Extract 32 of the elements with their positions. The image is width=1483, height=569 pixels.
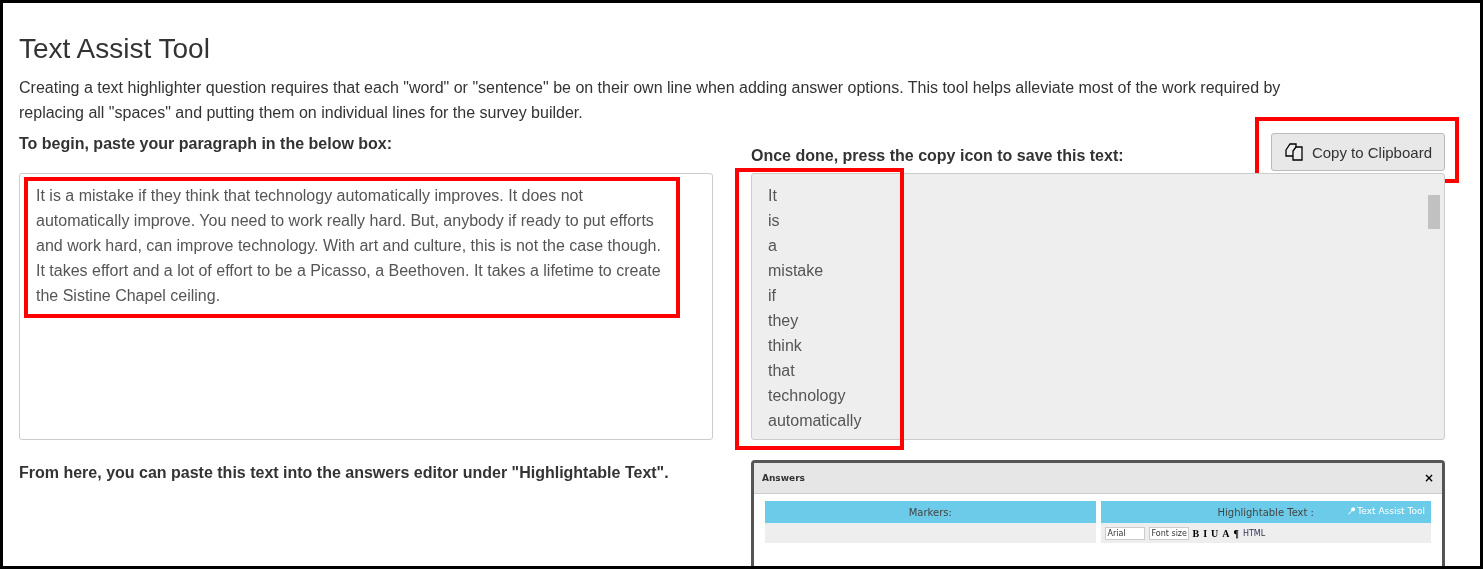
header-label: Highlightable Text :: [1217, 506, 1314, 518]
format-button[interactable]: A: [1222, 527, 1230, 539]
page-title: Text Assist Tool: [19, 33, 211, 65]
output-line: technology: [768, 386, 847, 406]
close-button[interactable]: ×: [1423, 471, 1434, 485]
output-line: It: [768, 186, 778, 206]
header-label: Markers:: [908, 506, 952, 518]
format-button[interactable]: B: [1192, 527, 1200, 539]
copy-icon: [1283, 141, 1306, 163]
input-text: It is a mistake if they think that technology automatically improves. It does not automatically improve. You need to work really hard. But, anybody if ready to put efforts and work hard, can improve technology. With art and culture, this is not the case though. It takes effort and a lot of effort to be a Picasso, a Beethoven. It takes a lifetime to create the Sistine Chapel ceiling.: [36, 186, 662, 306]
intro-paragraph: Creating a text highlighter question requires that each "word" or "sentence" be on their own line when adding answer options. This tool helps alleviate most of the work required by replacing all "spaces" and putting them on individual lines for the survey builder.: [19, 78, 1282, 123]
copy-button[interactable]: Copy to Clipboard: [1270, 133, 1445, 171]
output-line: if: [768, 286, 777, 306]
output-line: that: [768, 361, 796, 381]
output-line: a: [768, 236, 778, 256]
dialog-title: Answers: [762, 473, 805, 483]
output-field[interactable]: It is a mistake if they think that technology automatically: [751, 173, 1445, 440]
format-button[interactable]: I: [1203, 527, 1208, 539]
html-button[interactable]: HTML: [1242, 528, 1266, 538]
font-select[interactable]: Arial: [1104, 526, 1145, 540]
output-line: is: [768, 211, 781, 231]
output-line: automatically: [768, 411, 862, 431]
output-line: they: [768, 311, 800, 331]
output-line: think: [768, 336, 803, 356]
format-button[interactable]: U: [1211, 527, 1219, 539]
input-label: To begin, paste your paragraph in the below box:: [19, 134, 394, 154]
output-line: mistake: [768, 261, 825, 281]
input-field[interactable]: [19, 173, 713, 440]
format-button[interactable]: ¶: [1233, 527, 1239, 539]
instruction-text: From here, you can paste this text into the answers editor under "Highlightable Text".: [19, 463, 670, 483]
size-select[interactable]: Font size: [1148, 526, 1189, 540]
wrench-icon: [1347, 507, 1356, 515]
